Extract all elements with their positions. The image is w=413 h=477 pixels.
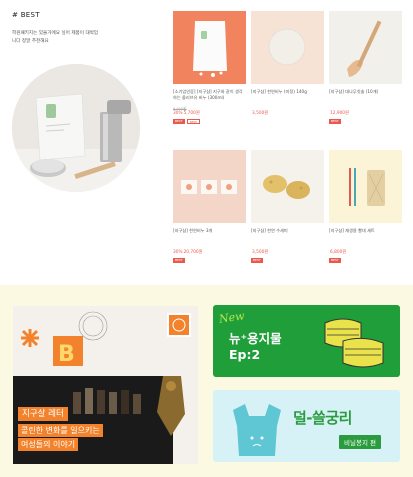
banner-title: 뉴⁺용지물 — [229, 331, 282, 346]
pouch-illustration — [173, 11, 246, 84]
product-image[interactable] — [173, 150, 246, 223]
product-discount: 30% — [173, 250, 183, 255]
product-price: 20,700원 — [183, 250, 203, 255]
best-heading: # BEST — [12, 11, 40, 19]
best-featured-image[interactable] — [12, 64, 140, 192]
product-discount: 30% — [173, 111, 183, 116]
plastic-bag-icon — [233, 404, 281, 456]
product-name[interactable]: [소기업인증] [지구샵] 지구와 같이 생각하는 올리브유 비누 (300ml… — [173, 89, 246, 107]
product-price: 12,900원 — [330, 111, 349, 116]
product-name[interactable]: [지구샵] 재생용 빨대 세트 — [329, 228, 402, 246]
product-card[interactable]: [지구샵] 대나무칫솔 (10개) 12,900원 BEST — [329, 11, 402, 125]
product-name[interactable]: [지구샵] 천연비누 (미정) 140g — [251, 89, 324, 107]
mask-icon — [324, 318, 384, 368]
product-name[interactable]: [지구샵] 대나무칫솔 (10개) — [329, 89, 402, 107]
product-card[interactable]: [소기업인증] [지구샵] 지구와 같이 생각하는 올리브유 비누 (300ml… — [173, 11, 246, 125]
letter-line1: 콜린한 변화를 일으키는 — [18, 424, 103, 437]
toothbrush-illustration — [329, 11, 402, 84]
product-image[interactable] — [329, 150, 402, 223]
product-price: 3,500원 — [252, 111, 269, 116]
banner-episode: Ep:2 — [229, 347, 261, 362]
less-use-banner[interactable]: 덜-쓸궁리 비닐봉지 편 — [213, 390, 400, 462]
banner-subtitle: 비닐봉지 편 — [339, 435, 381, 449]
best-badge: BEST — [251, 258, 263, 263]
product-image[interactable] — [251, 150, 324, 223]
new-episode-banner[interactable]: New 뉴⁺용지물 Ep:2 — [213, 305, 400, 377]
product-card[interactable]: [지구샵] 천연비누 3개 30%20,700원 BEST — [173, 150, 246, 264]
svg-text:B: B — [58, 342, 75, 367]
letter-line2: 여성들의 이야기 — [18, 438, 79, 451]
straw-set-illustration — [329, 150, 402, 223]
new-script-label: New — [218, 309, 246, 326]
soap-illustration — [251, 11, 324, 84]
best-badge: BEST — [173, 258, 185, 263]
banner-title: 덜-쓸궁리 — [293, 409, 352, 427]
best-badge: BEST — [173, 119, 185, 124]
product-price: 3,500원 — [252, 250, 269, 255]
product-name[interactable]: [지구샵] 천연비누 3개 — [173, 228, 246, 246]
product-card[interactable]: [지구샵] 천연비누 (미정) 140g 3,500원 — [251, 11, 324, 125]
product-price: 5,700원 — [183, 111, 200, 116]
page: # BEST 학원패키지는 있을거에요 싶어 제품이 대박입니다 정말 추천해요 — [0, 0, 413, 477]
product-card[interactable]: [지구샵] 천연 수세미 3,500원 BEST — [251, 150, 324, 264]
product-image[interactable] — [251, 11, 324, 84]
product-name[interactable]: [지구샵] 천연 수세미 — [251, 228, 324, 246]
best-description: 학원패키지는 있을거에요 싶어 제품이 대박입니다 정말 추천해요 — [12, 31, 99, 44]
product-price: 6,800원 — [330, 250, 347, 255]
best-badge: BEST — [329, 258, 341, 263]
product-card[interactable]: [지구샵] 재생용 빨대 세트 6,800원 BEST — [329, 150, 402, 264]
product-image[interactable] — [173, 11, 246, 84]
product-image[interactable] — [329, 11, 402, 84]
soap-set-illustration — [173, 150, 246, 223]
letter-title: 지구살 레터 — [18, 407, 68, 421]
sponge-illustration — [251, 150, 324, 223]
new-badge: NEW — [186, 119, 200, 124]
featured-products-illustration — [12, 64, 140, 192]
best-badge: BEST — [329, 119, 341, 124]
